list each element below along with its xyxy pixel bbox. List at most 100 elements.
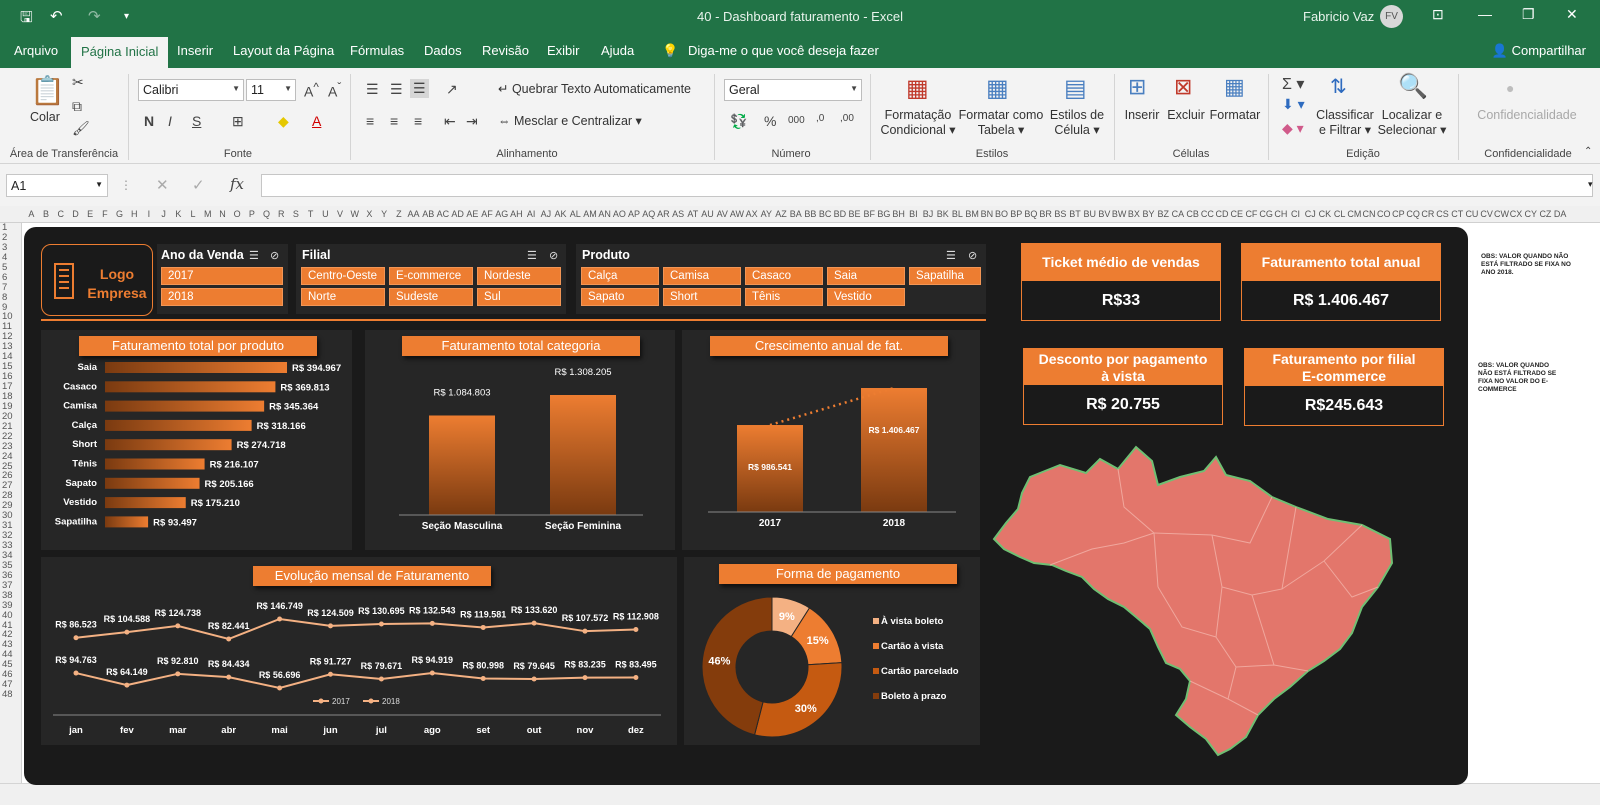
confidential-button[interactable]: Confidencialidade bbox=[1462, 108, 1592, 123]
slicer-item-2018[interactable]: 2018 bbox=[161, 288, 283, 306]
collapse-ribbon-icon[interactable]: ⌃ bbox=[1584, 146, 1592, 157]
column-header[interactable]: BW bbox=[1112, 209, 1127, 219]
column-header[interactable]: BE bbox=[847, 209, 862, 219]
column-header[interactable]: AI bbox=[524, 209, 539, 219]
underline-icon[interactable]: S bbox=[192, 113, 201, 129]
align-left-icon[interactable]: ≡ bbox=[366, 113, 374, 129]
slicer-item-tenis[interactable]: Tênis bbox=[745, 288, 823, 306]
merge-center-button[interactable]: ⇔ Mesclar e Centralizar ▾ bbox=[498, 113, 642, 128]
slicer-item-calca[interactable]: Calça bbox=[581, 267, 659, 285]
user-name[interactable]: Fabricio Vaz bbox=[1303, 9, 1374, 24]
slicer-item-short[interactable]: Short bbox=[663, 288, 741, 306]
function-icon[interactable]: fx bbox=[230, 175, 244, 193]
slicer-item-norte[interactable]: Norte bbox=[301, 288, 385, 306]
slicer-item-e-commerce[interactable]: E-commerce bbox=[389, 267, 473, 285]
column-header[interactable]: CX bbox=[1509, 209, 1524, 219]
row-header[interactable]: 24 bbox=[0, 451, 21, 462]
column-header[interactable]: AW bbox=[730, 209, 745, 219]
column-header[interactable]: C bbox=[53, 209, 68, 219]
column-header[interactable]: CH bbox=[1274, 209, 1289, 219]
column-header[interactable]: CK bbox=[1318, 209, 1333, 219]
column-header[interactable]: BS bbox=[1053, 209, 1068, 219]
cut-icon[interactable]: ✂ bbox=[72, 74, 84, 91]
column-header[interactable]: Q bbox=[259, 209, 274, 219]
column-header[interactable]: AA bbox=[406, 209, 421, 219]
find-icon[interactable]: 🔍 bbox=[1398, 72, 1428, 101]
insert-cells-button[interactable]: Inserir bbox=[1120, 108, 1164, 123]
column-header[interactable]: CT bbox=[1450, 209, 1465, 219]
conditional-format-icon[interactable]: ▦ bbox=[906, 74, 929, 103]
thousands-icon[interactable]: 000 bbox=[788, 115, 805, 126]
column-header[interactable]: BR bbox=[1038, 209, 1053, 219]
column-header[interactable]: CI bbox=[1288, 209, 1303, 219]
tab-inserir[interactable]: Inserir bbox=[177, 43, 213, 58]
column-header[interactable]: AK bbox=[553, 209, 568, 219]
column-header[interactable]: Z bbox=[392, 209, 407, 219]
column-header[interactable]: BH bbox=[891, 209, 906, 219]
tab-arquivo[interactable]: Arquivo bbox=[14, 43, 58, 58]
cancel-icon[interactable]: ✕ bbox=[156, 176, 169, 194]
format-painter-icon[interactable]: 🖌 bbox=[72, 120, 90, 137]
column-header[interactable]: CG bbox=[1259, 209, 1274, 219]
column-header[interactable]: M bbox=[200, 209, 215, 219]
column-header[interactable]: CE bbox=[1229, 209, 1244, 219]
column-header[interactable]: E bbox=[83, 209, 98, 219]
column-header[interactable]: BK bbox=[935, 209, 950, 219]
column-header[interactable]: BC bbox=[818, 209, 833, 219]
column-header[interactable]: AN bbox=[597, 209, 612, 219]
column-header[interactable]: BO bbox=[994, 209, 1009, 219]
font-size-select[interactable]: 11 ▼ bbox=[246, 79, 296, 101]
insert-cells-icon[interactable]: ⊞ bbox=[1128, 74, 1146, 100]
slicer-item-sapato[interactable]: Sapato bbox=[581, 288, 659, 306]
column-header[interactable]: BZ bbox=[1156, 209, 1171, 219]
align-middle-icon[interactable]: ☰ bbox=[390, 81, 403, 98]
wrap-text-button[interactable]: ↵ Quebrar Texto Automaticamente bbox=[498, 81, 691, 96]
column-header[interactable]: A bbox=[24, 209, 39, 219]
column-header[interactable]: BT bbox=[1068, 209, 1083, 219]
align-right-icon[interactable]: ≡ bbox=[414, 113, 422, 129]
multiselect-icon[interactable]: ☰ bbox=[249, 249, 259, 262]
column-header[interactable]: J bbox=[156, 209, 171, 219]
column-header[interactable]: BX bbox=[1127, 209, 1142, 219]
column-header[interactable]: CN bbox=[1362, 209, 1377, 219]
column-header[interactable]: BF bbox=[862, 209, 877, 219]
slicer-item-nordeste[interactable]: Nordeste bbox=[477, 267, 561, 285]
formula-input[interactable] bbox=[261, 174, 1593, 197]
column-header[interactable]: S bbox=[289, 209, 304, 219]
column-header[interactable]: BY bbox=[1141, 209, 1156, 219]
column-header[interactable]: BB bbox=[803, 209, 818, 219]
orientation-icon[interactable]: ↗ bbox=[446, 81, 458, 98]
decrease-font-icon[interactable]: Aˇ bbox=[328, 81, 341, 100]
column-header[interactable]: BV bbox=[1097, 209, 1112, 219]
restore-icon[interactable]: ❐ bbox=[1522, 6, 1535, 23]
column-header[interactable]: CR bbox=[1421, 209, 1436, 219]
column-header[interactable]: X bbox=[362, 209, 377, 219]
format-cells-button[interactable]: Formatar bbox=[1206, 108, 1264, 123]
column-header[interactable]: U bbox=[318, 209, 333, 219]
paste-icon[interactable]: 📋 bbox=[30, 74, 65, 107]
format-cells-icon[interactable]: ▦ bbox=[1224, 74, 1245, 100]
column-header[interactable]: AJ bbox=[539, 209, 554, 219]
align-top-icon[interactable]: ☰ bbox=[366, 81, 379, 98]
column-header[interactable]: V bbox=[333, 209, 348, 219]
slicer-item-vestido[interactable]: Vestido bbox=[827, 288, 905, 306]
name-box[interactable]: A1 ▼ bbox=[6, 174, 108, 197]
column-header[interactable]: AU bbox=[700, 209, 715, 219]
avatar[interactable]: FV bbox=[1380, 5, 1403, 28]
tell-me-search[interactable]: Diga-me o que você deseja fazer bbox=[688, 43, 879, 58]
enter-icon[interactable]: ✓ bbox=[192, 176, 205, 194]
clear-filter-icon[interactable]: ⊘ bbox=[270, 249, 279, 262]
column-header[interactable]: AV bbox=[715, 209, 730, 219]
row-header[interactable]: 48 bbox=[0, 690, 21, 700]
column-header[interactable]: CJ bbox=[1303, 209, 1318, 219]
column-header[interactable]: CC bbox=[1200, 209, 1215, 219]
column-header[interactable]: T bbox=[303, 209, 318, 219]
slicer-item-saia[interactable]: Saia bbox=[827, 267, 905, 285]
ribbon-display-icon[interactable]: ⊡ bbox=[1432, 6, 1444, 23]
sort-filter-button[interactable]: Classificar e Filtrar ▾ bbox=[1312, 108, 1378, 138]
tab-formulas[interactable]: Fórmulas bbox=[350, 43, 404, 58]
tab-revisao[interactable]: Revisão bbox=[482, 43, 529, 58]
conditional-format-button[interactable]: Formatação Condicional ▾ bbox=[878, 108, 958, 138]
column-header[interactable]: CS bbox=[1435, 209, 1450, 219]
tab-pagina-inicial[interactable]: Página Inicial bbox=[71, 37, 169, 68]
